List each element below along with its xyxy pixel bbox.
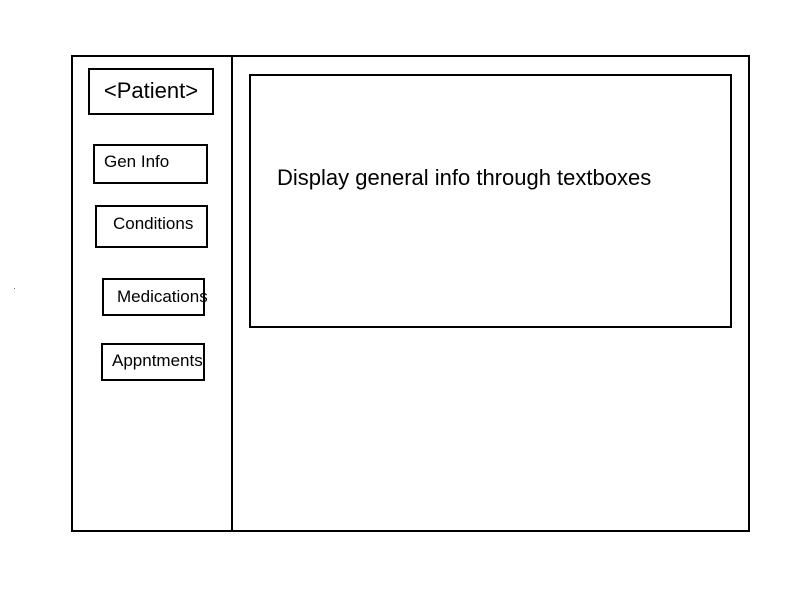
conditions-button[interactable] [95,205,208,248]
stray-dot [14,288,15,289]
medications-button[interactable] [102,278,205,316]
general-info-panel [249,74,732,328]
appointments-button[interactable] [101,343,205,381]
patient-title: <Patient> [103,77,199,103]
sidebar-divider [231,56,233,531]
display-text: Display general info through textboxes [277,165,652,190]
gen-info-button[interactable] [93,144,208,184]
